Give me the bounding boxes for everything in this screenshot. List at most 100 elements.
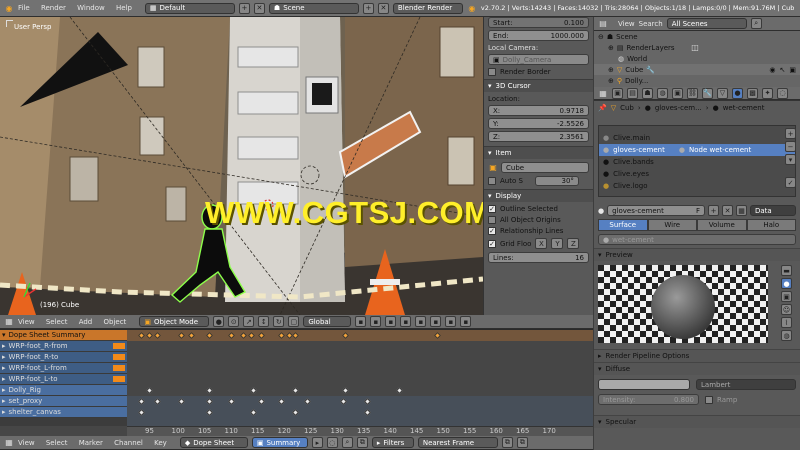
keyframe-marker[interactable] — [291, 386, 300, 395]
node-toggle-button[interactable]: ▦ — [736, 205, 747, 216]
preview-cube-button[interactable]: ▣ — [781, 291, 792, 302]
expand-arrow-icon[interactable]: ▸ — [2, 342, 6, 350]
particles-tab-icon[interactable]: ✦ — [762, 87, 773, 99]
remove-scene-button[interactable]: ✕ — [377, 2, 389, 14]
eye-icon[interactable]: ◉ — [769, 66, 775, 74]
add-layout-button[interactable]: + — [238, 2, 250, 14]
material-slot[interactable]: ● Clive.logo — [599, 180, 795, 192]
outliner-search-icon[interactable]: ⌕ — [750, 18, 762, 29]
cursor-section-header[interactable]: ▾ 3D Cursor — [484, 79, 593, 92]
editor-type-icon[interactable]: ▦ — [4, 317, 14, 327]
axis-x-toggle[interactable]: X — [535, 238, 548, 249]
menu-select[interactable]: Select — [46, 318, 68, 326]
editor-type-icon[interactable]: ▦ — [598, 88, 608, 98]
outliner-row-scene[interactable]: ⊖ ☗ Scene — [594, 31, 800, 42]
only-selected-button[interactable]: ▸ — [311, 437, 323, 448]
outliner-row-dolly[interactable]: ⊕ ⚲ Dolly... — [594, 75, 800, 86]
scene-tab-icon[interactable]: ☗ — [642, 87, 653, 99]
filter-button[interactable]: ⌕ — [341, 437, 353, 448]
material-tab-icon[interactable]: ● — [732, 87, 743, 99]
preview-hair-button[interactable]: ⌇ — [781, 317, 792, 328]
rotate-button[interactable]: ↻ — [273, 316, 285, 327]
relationship-lines-checkbox[interactable]: ✓ — [488, 227, 496, 235]
scene-dropdown[interactable]: ☗ Scene — [268, 2, 359, 14]
dopesheet-channel[interactable]: ▸ WRP-foot_R-to — [0, 352, 127, 363]
outliner-row-world[interactable]: ◍ World — [594, 53, 800, 64]
auto-smooth-angle-field[interactable]: 30° — [534, 176, 579, 186]
tab-halo[interactable]: Halo — [746, 219, 796, 231]
outliner[interactable]: ⊖ ☗ Scene ⊕ ▤ RenderLayers ◫ ◍ World ⊕ ▽… — [594, 31, 800, 87]
fake-user-toggle[interactable]: F — [696, 207, 700, 215]
breadcrumb-object[interactable]: Cub — [620, 104, 634, 112]
all-origins-checkbox[interactable] — [488, 216, 496, 224]
diffuse-intensity-field[interactable]: Intensity: 0.800 — [598, 394, 699, 405]
outliner-row-renderlayers[interactable]: ⊕ ▤ RenderLayers ◫ — [594, 42, 800, 53]
render-tab-icon[interactable]: ▣ — [612, 87, 623, 99]
menu-view[interactable]: View — [18, 318, 35, 326]
grid-floor-checkbox[interactable]: ✓ — [488, 239, 496, 248]
object-tab-icon[interactable]: ▣ — [672, 87, 683, 99]
outline-selected-toggle[interactable]: ✓ Outline Selected — [488, 205, 589, 213]
manipulator-button[interactable]: ↗ — [243, 316, 255, 327]
menu-view[interactable]: View — [18, 439, 35, 447]
node-material-field[interactable]: ● wet-cement — [598, 234, 796, 245]
editor-type-icon[interactable]: ▦ — [4, 438, 14, 448]
dopesheet-channel[interactable]: ▾ Dope Sheet Summary — [0, 330, 127, 341]
menu-window[interactable]: Window — [77, 4, 105, 12]
diffuse-section-header[interactable]: ▾ Diffuse — [594, 362, 800, 375]
breadcrumb-material[interactable]: gloves-cem... — [655, 104, 702, 112]
menu-select[interactable]: Select — [46, 439, 68, 447]
tab-volume[interactable]: Volume — [697, 219, 747, 231]
tab-surface[interactable]: Surface — [598, 219, 648, 231]
render-border-checkbox[interactable] — [488, 68, 496, 76]
menu-key[interactable]: Key — [154, 439, 167, 447]
diffuse-color-swatch[interactable] — [598, 379, 690, 390]
expand-icon[interactable]: ⊕ — [608, 44, 614, 52]
outliner-menu-view[interactable]: View — [618, 20, 635, 28]
grid-lines-field[interactable]: Lines: 16 — [488, 252, 589, 263]
cursor-x-field[interactable]: X: 0.9718 — [488, 105, 589, 116]
outline-selected-checkbox[interactable]: ✓ — [488, 205, 496, 213]
dopesheet-channel[interactable]: ▸ shelter_canvas — [0, 407, 127, 418]
layer-button[interactable]: ▪ — [370, 316, 382, 327]
dopesheet-channel[interactable]: ▸ set_proxy — [0, 396, 127, 407]
pivot-button[interactable]: ⊙ — [228, 316, 240, 327]
preview-world-button[interactable]: ◍ — [781, 330, 792, 341]
show-hidden-button[interactable]: ◌ — [326, 437, 338, 448]
layer-button[interactable]: ▪ — [445, 316, 457, 327]
ramp-checkbox[interactable] — [705, 395, 713, 404]
expand-icon[interactable]: ⊕ — [608, 66, 614, 74]
layer-button[interactable]: ▪ — [460, 316, 472, 327]
filters-toggle[interactable]: ▸ Filters — [371, 437, 414, 448]
remove-slot-button[interactable]: − — [785, 141, 796, 152]
keyframe-marker[interactable] — [341, 386, 350, 395]
menu-channel[interactable]: Channel — [114, 439, 143, 447]
layer-button[interactable]: ▪ — [430, 316, 442, 327]
scale-button[interactable]: ▢ — [288, 316, 300, 327]
preview-section-header[interactable]: ▾ Preview — [594, 248, 800, 261]
texture-tab-icon[interactable]: ▩ — [747, 87, 758, 99]
expand-arrow-icon[interactable]: ▸ — [2, 364, 6, 372]
material-slot[interactable]: ● Clive.eyes — [599, 168, 795, 180]
all-origins-toggle[interactable]: All Object Origins — [488, 216, 589, 224]
keyframe-marker[interactable] — [249, 386, 258, 395]
cursor-icon[interactable]: ↖ — [780, 66, 786, 74]
layer-button[interactable]: ▪ — [415, 316, 427, 327]
add-material-button[interactable]: + — [708, 205, 719, 216]
copy-keys-button[interactable]: ⧉ — [501, 437, 513, 448]
material-slot-list[interactable]: ● Clive.main ● gloves-cement ● Node wet-… — [598, 125, 796, 197]
render-engine-dropdown[interactable]: Blender Render — [392, 2, 463, 14]
link-dropdown[interactable]: Data — [750, 205, 796, 216]
auto-smooth-checkbox[interactable] — [488, 177, 496, 185]
layer-button[interactable]: ▪ — [355, 316, 367, 327]
expand-icon[interactable]: ⊕ — [608, 77, 614, 85]
material-name-field[interactable]: gloves-cement F — [607, 205, 705, 216]
menu-file[interactable]: File — [18, 4, 30, 12]
outliner-row-cube[interactable]: ⊕ ▽ Cube 🔧 ◉ ↖ ▣ — [594, 64, 800, 75]
axis-y-toggle[interactable]: Y — [551, 238, 564, 249]
physics-tab-icon[interactable]: ◌ — [777, 87, 788, 99]
axis-z-toggle[interactable]: Z — [567, 238, 580, 249]
orientation-dropdown[interactable]: Global — [303, 316, 352, 327]
layers-tab-icon[interactable]: ▤ — [627, 87, 638, 99]
preview-monkey-button[interactable]: ☺ — [781, 304, 792, 315]
